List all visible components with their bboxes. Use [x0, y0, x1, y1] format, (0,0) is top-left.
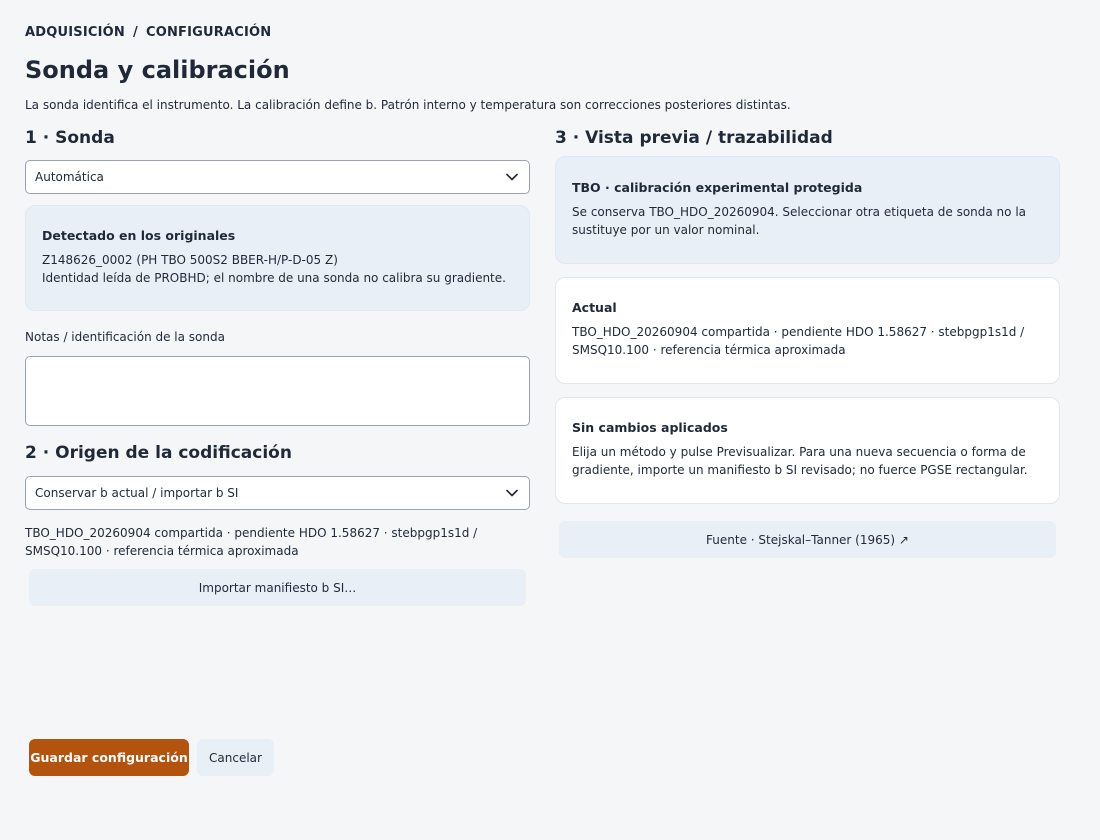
encoding-select-value: Conservar b actual / importar b SI [35, 486, 239, 500]
section-probe-title: 1 · Sonda [25, 128, 115, 148]
encoding-source-select[interactable]: Conservar b actual / importar b SI [25, 476, 530, 510]
protected-calibration-title: TBO · calibración experimental protegida [572, 180, 863, 195]
no-changes-title: Sin cambios aplicados [572, 420, 728, 435]
encoding-description: TBO_HDO_20260904 compartida · pendiente … [25, 526, 478, 558]
page-subtitle: La sonda identifica el instrumento. La c… [25, 98, 791, 112]
probe-notes-label: Notas / identificación de la sonda [25, 330, 225, 344]
chevron-down-icon [505, 170, 519, 184]
detected-probe-id: Z148626_0002 (PH TBO 500S2 BBER-H/P-D-05… [42, 253, 338, 267]
probe-select-value: Automática [35, 170, 104, 184]
chevron-down-icon [505, 486, 519, 500]
breadcrumb: ADQUISICIÓN / CONFIGURACIÓN [25, 25, 271, 40]
no-changes-panel: Sin cambios aplicados Elija un método y … [555, 397, 1060, 504]
current-calibration-panel: Actual TBO_HDO_20260904 compartida · pen… [555, 277, 1060, 384]
breadcrumb-parent[interactable]: ADQUISICIÓN [25, 25, 125, 40]
current-calibration-text: TBO_HDO_20260904 compartida · pendiente … [572, 325, 1025, 357]
detected-probe-panel: Detectado en los originales Z148626_0002… [25, 205, 530, 311]
cancel-button[interactable]: Cancelar [197, 739, 274, 776]
probe-notes-input[interactable] [25, 356, 530, 426]
protected-calibration-text: Se conserva TBO_HDO_20260904. Selecciona… [572, 205, 1027, 237]
no-changes-text: Elija un método y pulse Previsualizar. P… [572, 445, 1028, 477]
breadcrumb-current: CONFIGURACIÓN [145, 25, 272, 40]
page: ADQUISICIÓN / CONFIGURACIÓN Sonda y calibr… [0, 0, 1100, 840]
section-preview-title: 3 · Vista previa / trazabilidad [555, 128, 833, 148]
source-reference-link[interactable]: Fuente · Stejskal–Tanner (1965) ↗ [559, 521, 1056, 558]
import-manifest-button[interactable]: Importar manifiesto b SI… [29, 569, 526, 606]
detected-probe-note: Identidad leída de PROBHD; el nombre de … [42, 271, 506, 285]
current-calibration-title: Actual [572, 300, 617, 315]
page-title: Sonda y calibración [25, 56, 290, 84]
protected-calibration-panel: TBO · calibración experimental protegida… [555, 156, 1060, 264]
save-configuration-button[interactable]: Guardar configuración [29, 739, 189, 776]
breadcrumb-separator: / [133, 25, 138, 40]
probe-select[interactable]: Automática [25, 160, 530, 194]
detected-probe-title: Detectado en los originales [42, 228, 236, 243]
section-encoding-title: 2 · Origen de la codificación [25, 443, 292, 463]
